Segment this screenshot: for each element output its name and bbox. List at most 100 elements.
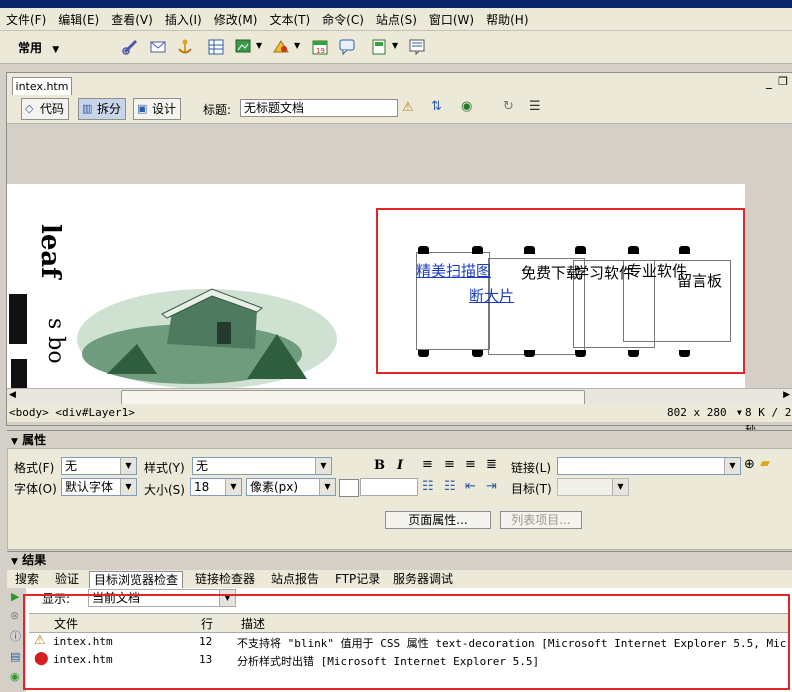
media-icon[interactable] xyxy=(272,38,290,56)
color-hex-input[interactable] xyxy=(360,478,418,496)
refresh-icon[interactable]: ↻ xyxy=(503,99,514,114)
highlight-box xyxy=(376,208,745,374)
horizontal-scrollbar[interactable]: ◀ ▶ xyxy=(7,388,792,405)
menu-window[interactable]: 窗口(W) xyxy=(423,11,480,28)
template-icon[interactable] xyxy=(370,38,388,56)
chevron-down-icon[interactable]: ▼ xyxy=(737,404,742,422)
menu-modify[interactable]: 修改(M) xyxy=(208,11,264,28)
results-title: 结果 xyxy=(22,553,47,567)
email-link-icon[interactable] xyxy=(149,38,167,56)
image-icon[interactable] xyxy=(234,38,252,56)
document-tab-strip: _ ❐ xyxy=(7,73,792,96)
tab-ftp-log[interactable]: FTP记录 xyxy=(331,571,384,588)
title-input[interactable]: 无标题文档 xyxy=(240,99,398,117)
tab-server-debug[interactable]: 服务器调试 xyxy=(389,571,457,588)
results-header[interactable]: ▼ 结果 xyxy=(7,551,792,569)
format-select[interactable]: 无 ▼ xyxy=(61,457,137,475)
restore-icon[interactable]: ❐ xyxy=(778,75,788,88)
font-value: 默认字体 xyxy=(65,480,114,494)
vertical-text-bo: s bo xyxy=(43,318,68,364)
menu-help[interactable]: 帮助(H) xyxy=(480,11,534,28)
size-value: 18 xyxy=(194,480,210,494)
title-bar xyxy=(0,0,792,8)
point-to-file-icon[interactable]: ⊕ xyxy=(744,457,755,472)
tab-link-checker[interactable]: 链接检查器 xyxy=(191,571,259,588)
align-center-icon[interactable]: ≡ xyxy=(444,457,455,472)
text-color-picker[interactable] xyxy=(339,479,359,497)
tab-search[interactable]: 搜索 xyxy=(11,571,43,588)
format-label: 格式(F) xyxy=(14,461,55,475)
chevron-down-icon[interactable]: ▼ xyxy=(256,41,262,50)
unordered-list-icon[interactable]: ☷ xyxy=(422,479,434,494)
menu-edit[interactable]: 编辑(E) xyxy=(52,11,105,28)
page-properties-button[interactable]: 页面属性... xyxy=(385,511,491,529)
anchor-icon[interactable] xyxy=(176,38,194,56)
title-label: 标题: xyxy=(203,103,232,117)
style-select[interactable]: 无 ▼ xyxy=(192,457,332,475)
window-size[interactable]: 802 x 280 xyxy=(667,404,727,422)
category-label: 常用 xyxy=(18,41,43,55)
bold-button[interactable]: B xyxy=(374,458,385,473)
tag-chooser-icon[interactable] xyxy=(408,38,426,56)
document-toolbar: ◇ 代码 ▥ 拆分 ▣ 设计 标题: 无标题文档 ⚠ ⇅ ◉ ↻ ☰ xyxy=(7,95,792,124)
scroll-thumb[interactable] xyxy=(121,390,585,405)
properties-header[interactable]: ▼ 属性 xyxy=(7,430,792,449)
outdent-icon[interactable]: ⇤ xyxy=(465,479,476,494)
hyperlink-icon[interactable] xyxy=(122,38,140,56)
browse-report-icon[interactable]: ◉ xyxy=(10,670,20,683)
scroll-left-icon[interactable]: ◀ xyxy=(9,390,16,400)
folder-icon[interactable]: ▰ xyxy=(760,456,770,471)
list-item-button[interactable]: 列表项目... xyxy=(500,511,582,529)
preview-browser-icon[interactable]: ◉ xyxy=(461,99,472,114)
scroll-right-icon[interactable]: ▶ xyxy=(783,390,790,400)
tab-validation[interactable]: 验证 xyxy=(51,571,83,588)
menu-insert[interactable]: 插入(I) xyxy=(159,11,208,28)
menu-site[interactable]: 站点(S) xyxy=(370,11,423,28)
menu-view[interactable]: 查看(V) xyxy=(105,11,159,28)
info-icon[interactable]: ⓘ xyxy=(10,628,21,644)
collapse-icon: ▼ xyxy=(11,437,18,447)
target-select[interactable]: ▼ xyxy=(557,478,629,496)
menu-commands[interactable]: 命令(C) xyxy=(316,11,370,28)
menu-text[interactable]: 文本(T) xyxy=(263,11,316,28)
properties-title: 属性 xyxy=(22,433,47,447)
split-view-button[interactable]: ▥ 拆分 xyxy=(78,98,127,120)
chevron-down-icon[interactable]: ▼ xyxy=(294,41,300,50)
browser-check-icon[interactable]: ⚠ xyxy=(402,100,414,115)
code-view-label: 代码 xyxy=(40,102,65,116)
align-left-icon[interactable]: ≡ xyxy=(422,457,433,472)
date-icon[interactable]: 19 xyxy=(311,38,329,56)
stop-icon[interactable]: ⊗ xyxy=(10,609,19,622)
vertical-text-leaf: leaf xyxy=(35,224,65,279)
table-icon[interactable] xyxy=(207,38,225,56)
font-select[interactable]: 默认字体 ▼ xyxy=(61,478,137,496)
chevron-down-icon: ▼ xyxy=(315,458,331,474)
view-options-icon[interactable]: ☰ xyxy=(529,99,541,114)
save-report-icon[interactable]: ▤ xyxy=(10,650,20,663)
chevron-down-icon[interactable]: ▼ xyxy=(392,41,398,50)
indent-icon[interactable]: ⇥ xyxy=(486,479,497,494)
justify-icon[interactable]: ≣ xyxy=(486,457,497,472)
size-select[interactable]: 18 ▼ xyxy=(190,478,242,496)
tag-selector[interactable]: <body> <div#Layer1> xyxy=(9,404,135,422)
split-view-label: 拆分 xyxy=(97,102,122,116)
align-right-icon[interactable]: ≡ xyxy=(465,457,476,472)
highlight-box xyxy=(23,594,790,690)
code-view-button[interactable]: ◇ 代码 xyxy=(21,98,70,120)
category-dropdown[interactable]: 常用 ▼ xyxy=(18,39,59,56)
minimize-icon[interactable]: _ xyxy=(766,75,772,89)
unit-select[interactable]: 像素(px) ▼ xyxy=(246,478,336,496)
document-tab[interactable]: intex.htm xyxy=(12,77,72,96)
tab-site-report[interactable]: 站点报告 xyxy=(267,571,323,588)
file-management-icon[interactable]: ⇅ xyxy=(431,99,442,114)
ordered-list-icon[interactable]: ☷ xyxy=(444,479,456,494)
comment-icon[interactable] xyxy=(338,38,356,56)
tab-browser-check[interactable]: 目标浏览器检查 xyxy=(89,571,184,589)
design-view-label: 设计 xyxy=(152,102,177,116)
italic-button[interactable]: I xyxy=(397,458,403,473)
link-input[interactable]: ▼ xyxy=(557,457,741,475)
play-icon[interactable]: ▶ xyxy=(11,590,19,603)
style-label: 样式(Y) xyxy=(144,461,185,475)
design-view-button[interactable]: ▣ 设计 xyxy=(133,98,182,120)
menu-file[interactable]: 文件(F) xyxy=(0,11,52,28)
